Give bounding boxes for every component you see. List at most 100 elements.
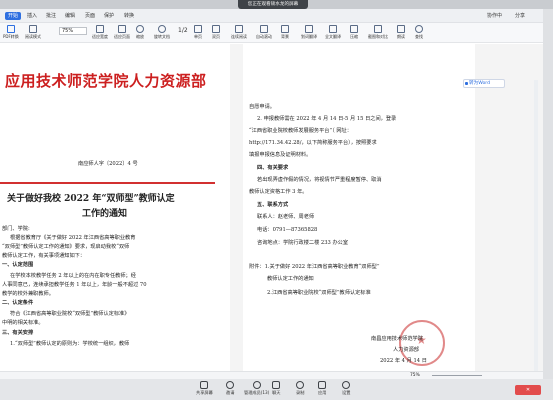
scroll-icon <box>260 25 268 33</box>
zoom-select[interactable]: 75% <box>59 27 87 35</box>
invite-button[interactable]: 邀请 <box>226 381 234 396</box>
page-indicator[interactable]: 1/2 <box>178 27 188 34</box>
menu-page[interactable]: 页面 <box>85 12 95 20</box>
chat-icon <box>272 381 281 389</box>
greeting: 部门、学院: <box>2 226 30 232</box>
document-viewport[interactable]: 应用技术师范学院人力资源部 南应师人字〔2022〕4 号 关于做好我校 2022… <box>0 44 543 371</box>
screenshot-compare-button[interactable]: 截图和对比 <box>368 25 388 40</box>
menu-convert[interactable]: 转换 <box>124 12 134 20</box>
end-meeting-button[interactable]: ✕ <box>515 385 541 395</box>
continuous-icon <box>235 25 243 33</box>
manage-members-button[interactable]: 管理成员(13) <box>244 381 269 396</box>
menu-start[interactable]: 开始 <box>5 12 22 20</box>
hang-up-icon: ✕ <box>525 387 531 393</box>
menu-bar: 开始 插入 批注 编辑 页面 保护 转换 协作中 分享 <box>0 9 543 23</box>
fit-width-icon <box>96 25 104 33</box>
compress-icon <box>350 25 358 33</box>
section-heading: 三、有关安排 <box>2 330 34 336</box>
signature-org: 南昌应用技术师范学院 <box>371 336 423 342</box>
ribbon-toolbar: PDF转换 阅读模式 75% 适应宽度 适应页面 缩放 旋转文档 1/2 单页 … <box>0 23 543 43</box>
single-page-icon <box>194 25 202 33</box>
share-screen-button[interactable]: 共享屏幕 <box>196 381 213 396</box>
book-icon <box>29 25 37 33</box>
rotate-icon <box>158 25 166 33</box>
apps-button[interactable]: 应用 <box>318 381 326 396</box>
find-button[interactable]: 查找 <box>415 25 423 40</box>
fit-width-button[interactable]: 适应宽度 <box>92 25 108 40</box>
speaker-icon <box>397 25 405 33</box>
document-number: 南应师人字〔2022〕4 号 <box>78 161 138 167</box>
attachment-line: 2.江西省高等职业院校“双师型”教师认定标准 <box>267 290 371 296</box>
single-page-button[interactable]: 单页 <box>194 25 202 40</box>
page-1: 应用技术师范学院人力资源部 南应师人字〔2022〕4 号 关于做好我校 2022… <box>0 44 230 371</box>
compress-button[interactable]: 压缩 <box>350 25 358 40</box>
monitor-icon <box>200 381 209 389</box>
status-bar: 75% <box>0 371 543 379</box>
read-aloud-button[interactable]: 朗读 <box>397 25 405 40</box>
contact-location: 咨询地点：学院行政楼二楼 233 办公室 <box>257 240 349 246</box>
para: 若出现弄虚作假的情况，将视情节严重程度暂停、取消 <box>257 177 382 183</box>
menu-comment[interactable]: 批注 <box>46 12 56 20</box>
issuer-title: 应用技术师范学院人力资源部 <box>5 72 207 90</box>
full-translate-button[interactable]: 全文翻译 <box>325 25 341 40</box>
para: 填报申报信息及证明材料。 <box>249 152 312 158</box>
attachment-line: 教师认定工作的通知 <box>267 276 314 282</box>
vertical-scrollbar[interactable] <box>534 80 538 371</box>
convert-to-word-button[interactable]: 转为Word <box>463 79 505 88</box>
pdf-icon <box>6 25 15 33</box>
section-heading: 二、认定条件 <box>2 300 34 306</box>
continuous-read-button[interactable]: 连续阅读 <box>231 25 247 40</box>
para: http://171.34.42.28/，以下简称服务平台），按照要求 <box>249 140 377 146</box>
screenshot-icon <box>374 25 382 33</box>
para: “江西省职业院校教师发展服务平台”（ 网址： <box>249 128 352 134</box>
status-zoom[interactable]: 75% <box>410 372 420 379</box>
zoom-slider[interactable] <box>432 375 482 376</box>
settings-button[interactable]: 设置 <box>342 381 350 396</box>
double-page-button[interactable]: 双页 <box>212 25 220 40</box>
attachment-line: 附件：1.关于做好 2022 年江西省高等职业教育“双师型” <box>249 264 380 270</box>
magnifier-icon <box>136 25 144 33</box>
para: 中明的相关标准。 <box>2 320 44 326</box>
pdf-convert-button[interactable]: PDF转换 <box>3 25 19 40</box>
para: 2. 申报教师需在 2022 年 4 月 14 日-5 月 15 日之间，登录 <box>257 116 397 122</box>
section-heading: 五、联系方式 <box>257 202 289 208</box>
add-person-icon <box>226 381 235 389</box>
reading-mode-button[interactable]: 阅读模式 <box>25 25 41 40</box>
para: 根据省教育厅《关于做好 2022 年江西省高等职业教育 <box>10 235 136 241</box>
meeting-toolbar: 共享屏幕 邀请 管理成员(13) 聊天 录制 应用 设置 ✕ <box>0 379 553 400</box>
auto-scroll-button[interactable]: 自动滚动 <box>256 25 272 40</box>
rotate-button[interactable]: 旋转文档 <box>154 25 170 40</box>
menu-edit[interactable]: 编辑 <box>65 12 75 20</box>
contact-phone: 电话：0791—87365828 <box>257 227 318 233</box>
menu-insert[interactable]: 插入 <box>27 12 37 20</box>
full-translate-icon <box>329 25 337 33</box>
red-divider <box>0 182 215 184</box>
page-2: 自愿申请。 2. 申报教师需在 2022 年 4 月 14 日-5 月 15 日… <box>243 44 475 371</box>
contact-person: 联系人：赵老师、周老师 <box>257 214 315 220</box>
para: “双师型”教师认定工作的通知》要求，现启动我校“双师 <box>2 244 130 250</box>
record-button[interactable]: 录制 <box>296 381 304 396</box>
chat-button[interactable]: 聊天 <box>272 381 280 396</box>
fit-page-button[interactable]: 适应页面 <box>114 25 130 40</box>
gear-icon <box>342 381 351 389</box>
word-translate-button[interactable]: 划词翻译 <box>301 25 317 40</box>
share-button[interactable]: 分享 <box>515 12 525 20</box>
para: 1.“双师型”教师认定的原则为：学校统一组织，教师 <box>10 341 130 347</box>
background-icon <box>281 25 289 33</box>
record-icon <box>296 381 305 389</box>
people-icon <box>252 381 261 389</box>
share-status-pill: 您正在观看硕水龙的屏幕 <box>238 0 308 9</box>
section-heading: 四、有关要求 <box>257 165 289 171</box>
menu-protect[interactable]: 保护 <box>104 12 114 20</box>
para: 人事同意已，连续承担教学任务 1 年以上，年龄一般不超过 70 <box>2 282 147 288</box>
pdf-reader-window: 开始 插入 批注 编辑 页面 保护 转换 协作中 分享 PDF转换 阅读模式 7… <box>0 9 543 379</box>
collaborating-button[interactable]: 协作中 <box>487 12 502 20</box>
para: 在学校本校教学任务 2 年以上的在内在职专任教师；经 <box>10 273 136 279</box>
fit-page-icon <box>118 25 126 33</box>
notice-subject-line2: 工作的通知 <box>82 209 128 219</box>
zoom-button[interactable]: 缩放 <box>136 25 144 40</box>
signature-dept: 人力资源部 <box>393 347 419 353</box>
background-button[interactable]: 背景 <box>281 25 289 40</box>
notice-subject-line1: 关于做好我校 2022 年“双师型”教师认定 <box>7 194 175 204</box>
screen-share-banner: 您正在观看硕水龙的屏幕 <box>0 0 553 9</box>
